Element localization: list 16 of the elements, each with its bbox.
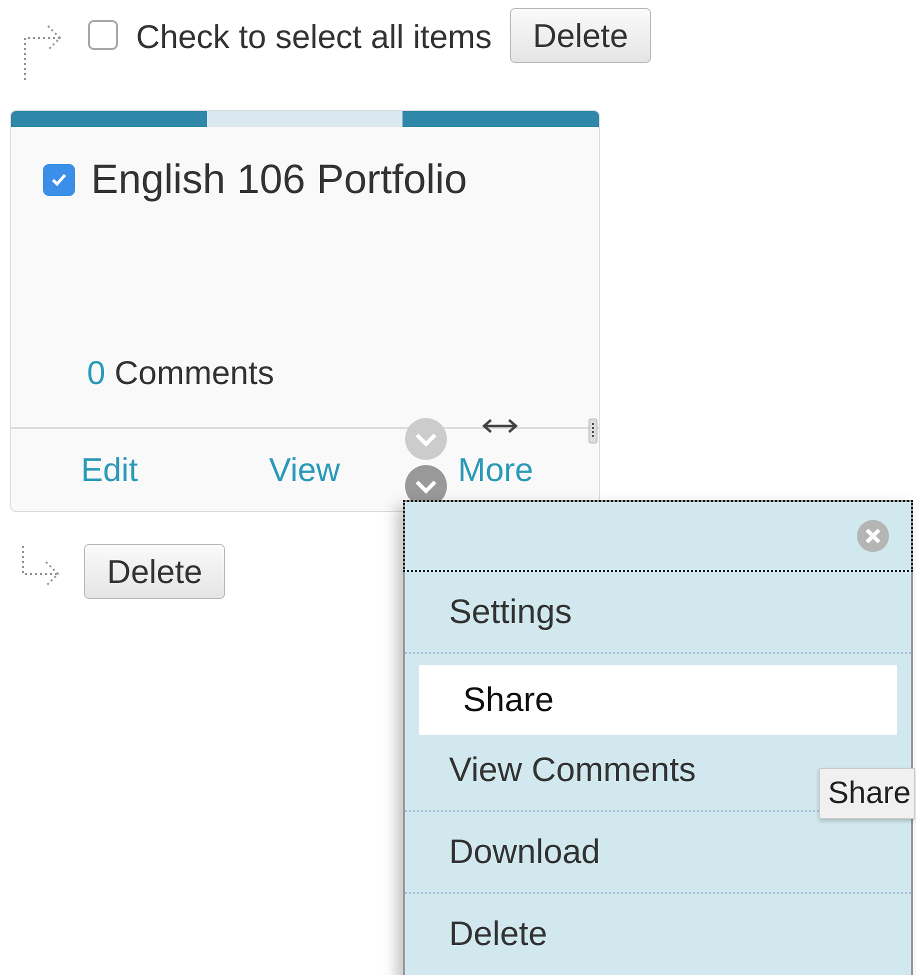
card-title: English 106 Portfolio xyxy=(91,159,468,200)
resize-cursor-icon xyxy=(482,418,518,434)
checkbox[interactable] xyxy=(43,164,75,196)
tooltip: Share xyxy=(819,768,915,819)
checkbox[interactable] xyxy=(88,20,118,50)
menu-item[interactable]: Settings xyxy=(405,577,616,647)
menu-item[interactable]: Share xyxy=(419,665,897,735)
select-all-label: Check to select all items xyxy=(136,20,492,53)
grip-icon[interactable] xyxy=(588,418,598,444)
menu-item[interactable]: Delete xyxy=(405,899,592,969)
menu-item[interactable]: View Comments xyxy=(405,735,740,805)
delete-button[interactable]: Delete xyxy=(84,544,226,599)
menu-item[interactable]: Download xyxy=(405,817,644,887)
comments-count[interactable]: 0 Comments xyxy=(11,348,599,427)
delete-button[interactable]: Delete xyxy=(510,8,652,63)
close-icon[interactable] xyxy=(857,520,889,552)
